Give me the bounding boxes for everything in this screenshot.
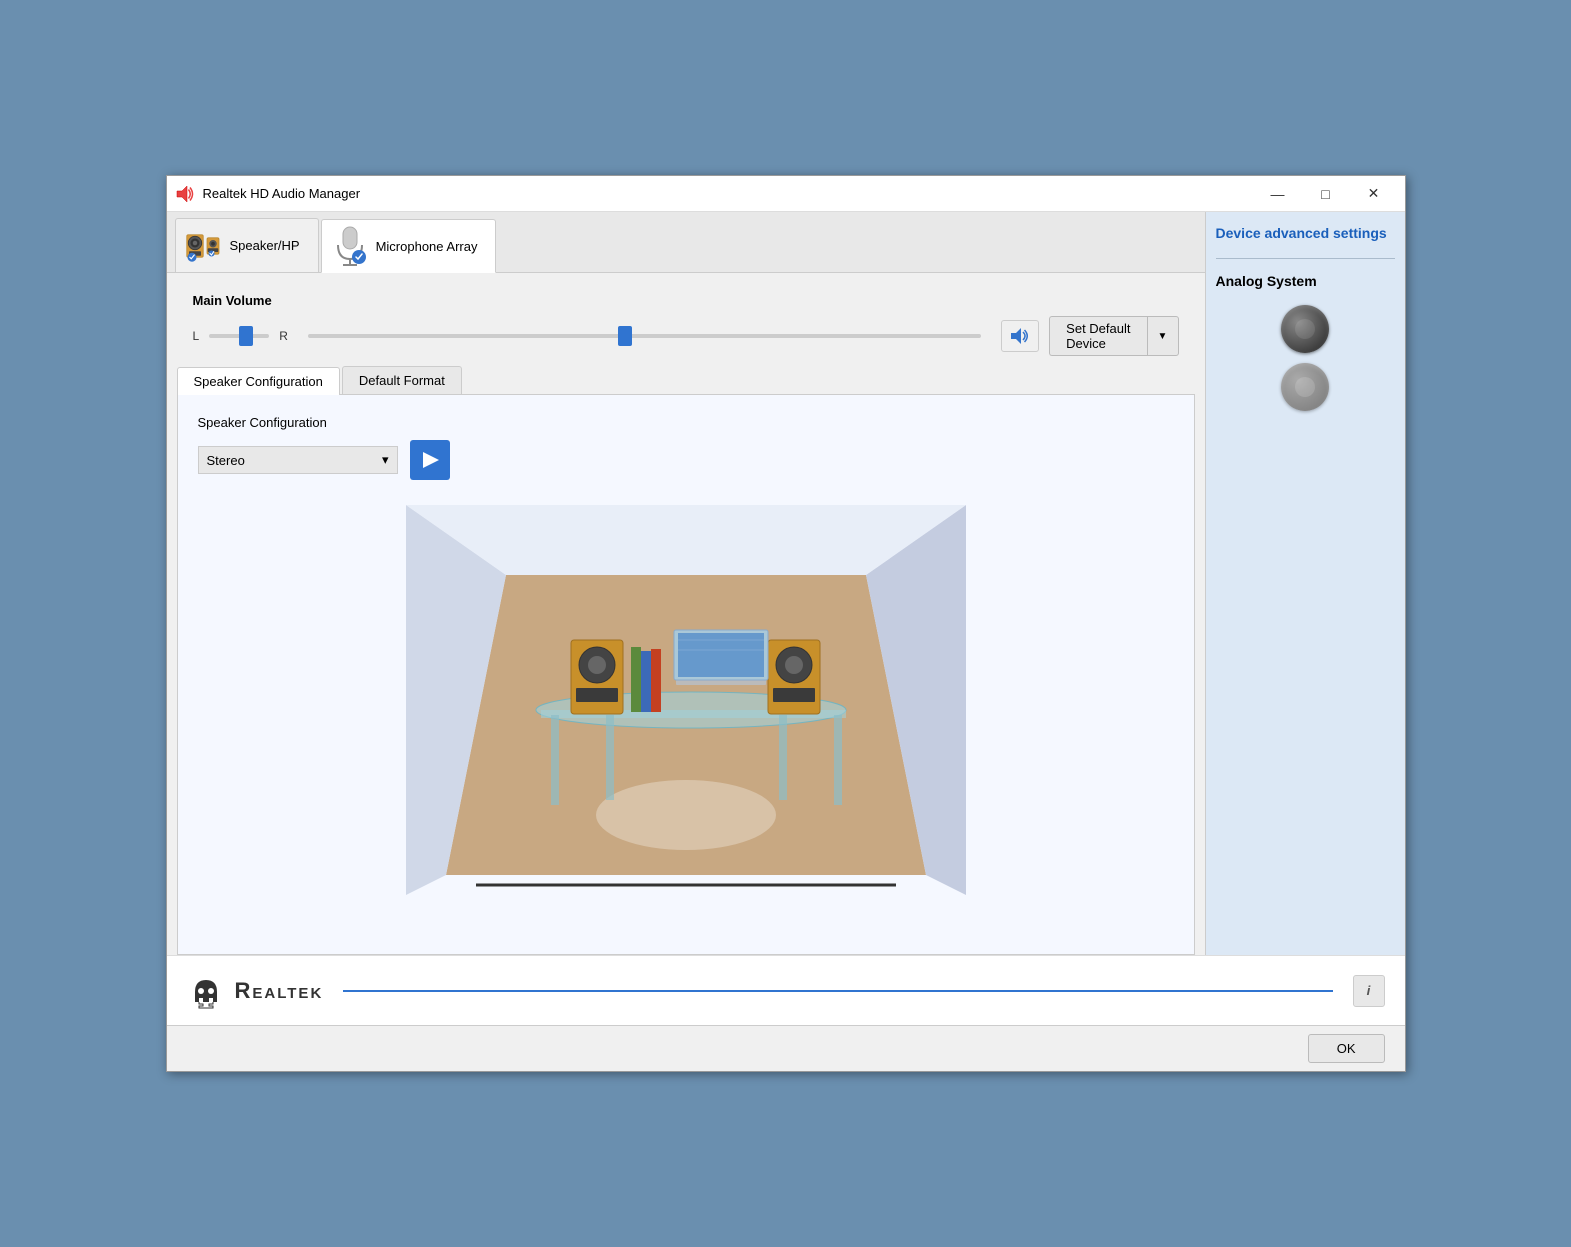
tab-bar: Speaker/HP: [167, 212, 1205, 273]
device-advanced-settings-link[interactable]: Device advanced settings: [1216, 224, 1395, 242]
volume-section: Main Volume L R: [177, 283, 1195, 366]
room-scene: [386, 455, 986, 915]
vol-left-letter: L: [193, 329, 200, 343]
balance-slider[interactable]: [209, 334, 269, 338]
minimize-button[interactable]: —: [1255, 179, 1301, 209]
vol-right-letter: R: [279, 329, 288, 343]
analog-output-circle[interactable]: [1281, 305, 1329, 353]
balance-thumb[interactable]: [239, 326, 253, 346]
tab-speaker-label: Speaker/HP: [230, 238, 300, 253]
main-window: Realtek HD Audio Manager — □ ✕: [166, 175, 1406, 1072]
tab-microphone-label: Microphone Array: [376, 239, 478, 254]
mute-button[interactable]: [1001, 320, 1039, 352]
info-button[interactable]: i: [1353, 975, 1385, 1007]
analog-system-label: Analog System: [1216, 273, 1395, 289]
sidebar-divider: [1216, 258, 1395, 259]
window-controls: — □ ✕: [1255, 179, 1397, 209]
realtek-logo: Realtek: [187, 972, 324, 1010]
tab-speaker[interactable]: Speaker/HP: [175, 218, 319, 272]
ok-row: OK: [167, 1025, 1405, 1071]
realtek-logo-icon: [187, 972, 225, 1010]
volume-slider[interactable]: [308, 334, 981, 338]
window-title: Realtek HD Audio Manager: [203, 186, 1255, 201]
volume-label: Main Volume: [193, 293, 1179, 308]
set-default-button[interactable]: Set DefaultDevice ▼: [1049, 316, 1178, 356]
title-bar: Realtek HD Audio Manager — □ ✕: [167, 176, 1405, 212]
set-default-label[interactable]: Set DefaultDevice: [1049, 316, 1146, 356]
volume-row: L R: [193, 316, 1179, 356]
speaker-config-dropdown[interactable]: Stereo ▾: [198, 446, 398, 474]
config-label: Speaker Configuration: [198, 415, 1174, 430]
content-area: Speaker/HP: [167, 212, 1205, 955]
set-default-dropdown[interactable]: ▼: [1147, 316, 1179, 356]
speaker-config-panel: Speaker Configuration Stereo ▾: [177, 395, 1195, 955]
close-button[interactable]: ✕: [1351, 179, 1397, 209]
sub-tab-bar: Speaker Configuration Default Format: [177, 366, 1195, 395]
tab-microphone[interactable]: Microphone Array: [321, 219, 497, 273]
footer: Realtek i: [167, 955, 1405, 1025]
main-layout: Speaker/HP: [167, 212, 1405, 955]
app-icon: [175, 184, 195, 204]
speaker-icon: [186, 228, 222, 264]
footer-line: [343, 990, 1332, 992]
sidebar: Device advanced settings Analog System: [1205, 212, 1405, 955]
room-svg: [386, 455, 986, 915]
sub-tab-default-format[interactable]: Default Format: [342, 366, 462, 394]
mic-icon: [332, 228, 368, 264]
sub-tab-speaker-config[interactable]: Speaker Configuration: [177, 367, 340, 395]
volume-thumb[interactable]: [618, 326, 632, 346]
maximize-button[interactable]: □: [1303, 179, 1349, 209]
realtek-text: Realtek: [235, 978, 324, 1004]
ok-button[interactable]: OK: [1308, 1034, 1385, 1063]
analog-input-circle[interactable]: [1281, 363, 1329, 411]
